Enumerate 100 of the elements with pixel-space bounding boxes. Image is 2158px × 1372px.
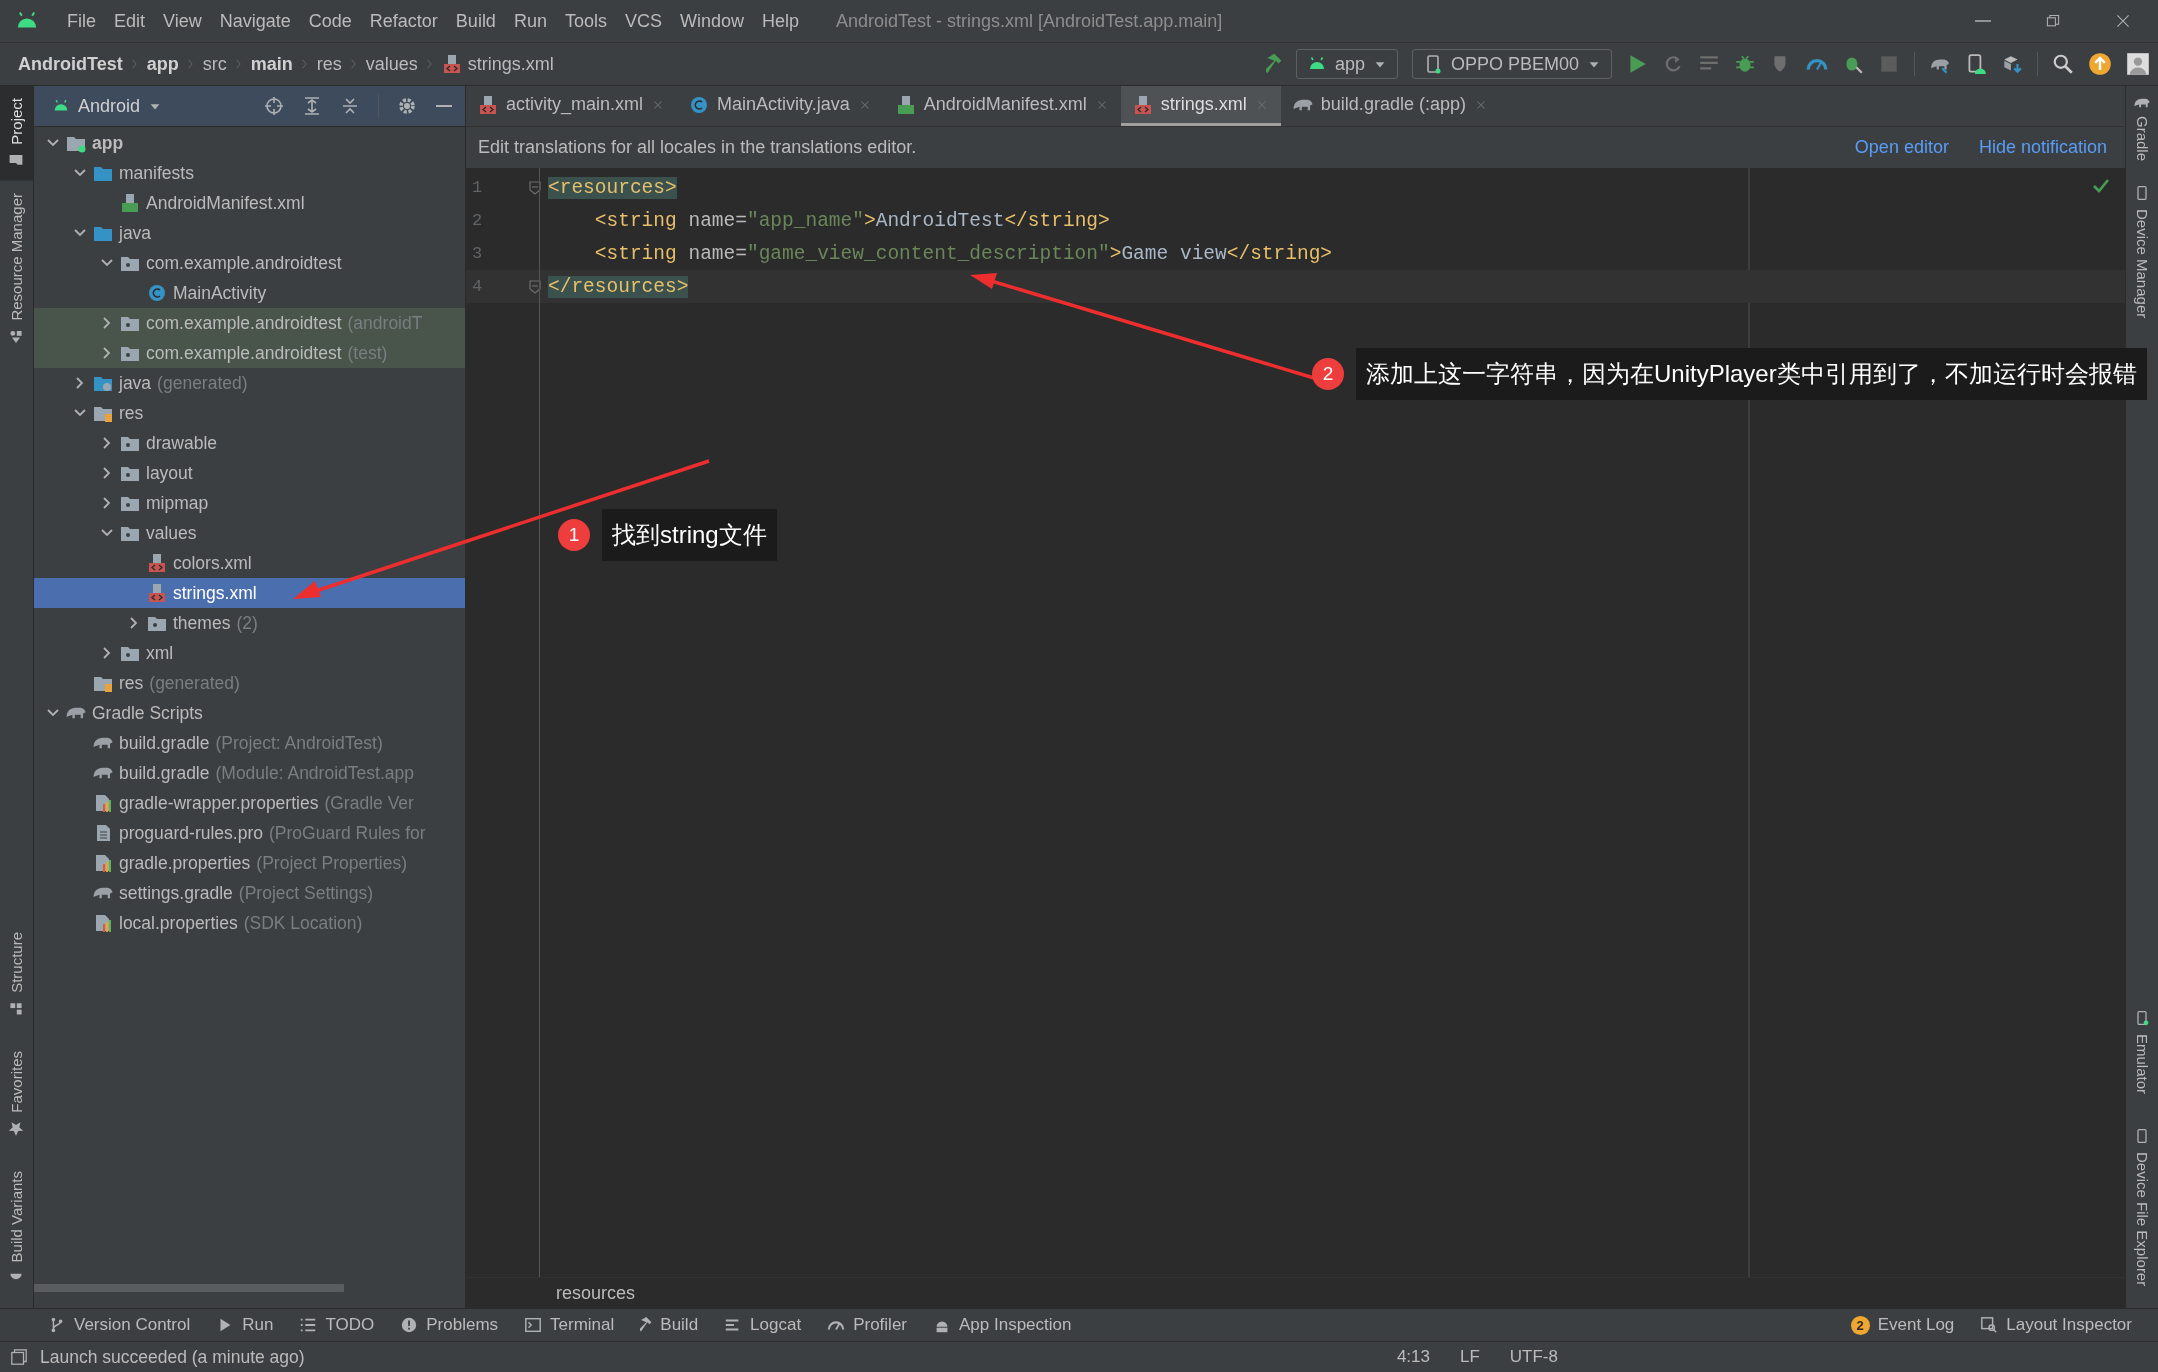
menu-item[interactable]: Help (753, 10, 809, 32)
tool-window-button[interactable]: Logcat (724, 1315, 802, 1335)
breadcrumb[interactable]: main (250, 53, 293, 75)
tool-window-tab[interactable]: Structure (0, 920, 33, 1029)
tool-window-button[interactable]: Profiler (827, 1315, 907, 1335)
tree-item[interactable]: drawable (34, 428, 465, 458)
tree-item[interactable]: gradle.properties (Project Properties) (34, 848, 465, 878)
tree-item[interactable]: strings.xml (34, 578, 465, 608)
editor-tab[interactable]: strings.xml (1120, 86, 1281, 126)
tree-item[interactable]: xml (34, 638, 465, 668)
update-icon[interactable] (2088, 52, 2112, 76)
tree-item[interactable]: proguard-rules.pro (ProGuard Rules for (34, 818, 465, 848)
menu-item[interactable]: File (58, 10, 105, 32)
status-item[interactable]: 4:13 (1396, 1347, 1430, 1367)
tool-window-tab[interactable]: Build Variants (0, 1158, 33, 1298)
warning-icon (400, 1316, 419, 1334)
status-item[interactable]: LF (1460, 1347, 1480, 1367)
window-icon[interactable] (10, 1348, 28, 1366)
hammer-icon[interactable] (1265, 52, 1282, 76)
user-avatar-icon[interactable] (2126, 52, 2150, 76)
tool-window-button[interactable]: Build (640, 1315, 699, 1335)
tool-window-tab[interactable]: Device File Explorer (2126, 1115, 2158, 1298)
run-configuration-dropdown[interactable]: app (1295, 49, 1398, 79)
tree-item[interactable]: values (34, 518, 465, 548)
tool-window-tab[interactable]: Emulator (2126, 997, 2158, 1106)
menu-item[interactable]: Run (504, 10, 556, 32)
view-dropdown[interactable]: Android (52, 95, 163, 117)
tree-item[interactable]: app (34, 128, 465, 158)
tree-item[interactable]: Gradle Scripts (34, 698, 465, 728)
minimize-icon[interactable] (435, 105, 453, 107)
tree-item[interactable]: java (34, 218, 465, 248)
tool-window-button[interactable]: Version Control (48, 1315, 191, 1335)
tree-item[interactable]: AndroidManifest.xml (34, 188, 465, 218)
menu-item[interactable]: Tools (555, 10, 616, 32)
tree-item[interactable]: res (generated) (34, 668, 465, 698)
tree-item[interactable]: res (34, 398, 465, 428)
menu-item[interactable]: Window (670, 10, 753, 32)
tree-item[interactable]: local.properties (SDK Location) (34, 908, 465, 938)
tool-window-tab[interactable]: Device Manager (2126, 173, 2158, 331)
menu-item[interactable]: Navigate (210, 10, 300, 32)
editor-tab[interactable]: build.gradle (:app) (1280, 86, 1500, 126)
notification-link[interactable]: Hide notification (1978, 137, 2107, 158)
locate-icon[interactable] (264, 96, 284, 116)
tool-window-button[interactable]: 2 Event Log (1850, 1315, 1955, 1335)
tree-item[interactable]: colors.xml (34, 548, 465, 578)
sdk-manager-icon[interactable] (2001, 53, 2023, 75)
editor-tab[interactable]: AndroidManifest.xml (883, 86, 1121, 126)
menu-item[interactable]: Refactor (360, 10, 447, 32)
settings-icon[interactable] (397, 96, 417, 116)
menu-item[interactable]: VCS (615, 10, 671, 32)
tool-window-tab[interactable]: Resource Manager (0, 180, 33, 357)
tree-item[interactable]: themes (2) (34, 608, 465, 638)
fold-icon[interactable] (527, 179, 543, 196)
breadcrumb[interactable]: AndroidTest (18, 53, 123, 75)
scrollbar-thumb[interactable] (34, 1284, 344, 1292)
fold-icon[interactable] (527, 278, 543, 295)
tool-window-tab[interactable]: Project (0, 86, 33, 181)
expand-all-icon[interactable] (302, 96, 322, 116)
tool-window-tab[interactable]: Favorites (0, 1038, 33, 1149)
breadcrumb[interactable]: values (365, 53, 418, 75)
collapse-all-icon[interactable] (340, 96, 360, 116)
device-dropdown[interactable]: OPPO PBEM00 (1411, 49, 1612, 79)
xml-file-icon (147, 583, 167, 603)
status-item[interactable]: UTF-8 (1509, 1347, 1558, 1367)
tool-window-tab[interactable]: Gradle (2126, 86, 2158, 174)
breadcrumb[interactable]: res (316, 53, 342, 75)
tool-window-button[interactable]: App Inspection (933, 1315, 1072, 1335)
tree-item[interactable]: MainActivity (34, 278, 465, 308)
menu-item[interactable]: Code (299, 10, 361, 32)
debug-icon[interactable] (1734, 53, 1756, 75)
menu-item[interactable]: Build (446, 10, 505, 32)
editor-tab[interactable]: MainActivity.java (677, 86, 884, 126)
tree-item[interactable]: build.gradle (Project: AndroidTest) (34, 728, 465, 758)
inspector-icon (1980, 1316, 1999, 1334)
editor-breadcrumb[interactable]: resources (556, 1282, 636, 1304)
tree-item[interactable]: com.example.androidtest (test) (34, 338, 465, 368)
tree-item[interactable]: build.gradle (Module: AndroidTest.app (34, 758, 465, 788)
tree-item[interactable]: manifests (34, 158, 465, 188)
tool-window-button[interactable]: TODO (299, 1315, 375, 1335)
tool-window-button[interactable]: Terminal (524, 1315, 615, 1335)
breadcrumb[interactable]: strings.xml (441, 53, 554, 75)
close-icon (2115, 13, 2131, 29)
tree-item[interactable]: settings.gradle (Project Settings) (34, 878, 465, 908)
tree-item[interactable]: com.example.androidtest (androidT (34, 308, 465, 338)
callout-text: 找到string文件 (602, 509, 777, 561)
tool-window-button[interactable]: Layout Inspector (1980, 1315, 2132, 1335)
tree-item[interactable]: mipmap (34, 488, 465, 518)
tree-item[interactable]: layout (34, 458, 465, 488)
menu-item[interactable]: View (154, 10, 211, 32)
tree-item[interactable]: java (generated) (34, 368, 465, 398)
tool-window-button[interactable]: Problems (400, 1315, 499, 1335)
tree-item[interactable]: gradle-wrapper.properties (Gradle Ver (34, 788, 465, 818)
menu-item[interactable]: Edit (105, 10, 155, 32)
editor-tab[interactable]: activity_main.xml (466, 86, 678, 126)
breadcrumb[interactable]: src (202, 53, 227, 75)
tree-item[interactable]: com.example.androidtest (34, 248, 465, 278)
notification-link[interactable]: Open editor (1854, 137, 1949, 158)
tool-window-button[interactable]: Run (216, 1315, 274, 1335)
breadcrumb[interactable]: app (146, 53, 179, 75)
search-icon[interactable] (2052, 53, 2074, 75)
